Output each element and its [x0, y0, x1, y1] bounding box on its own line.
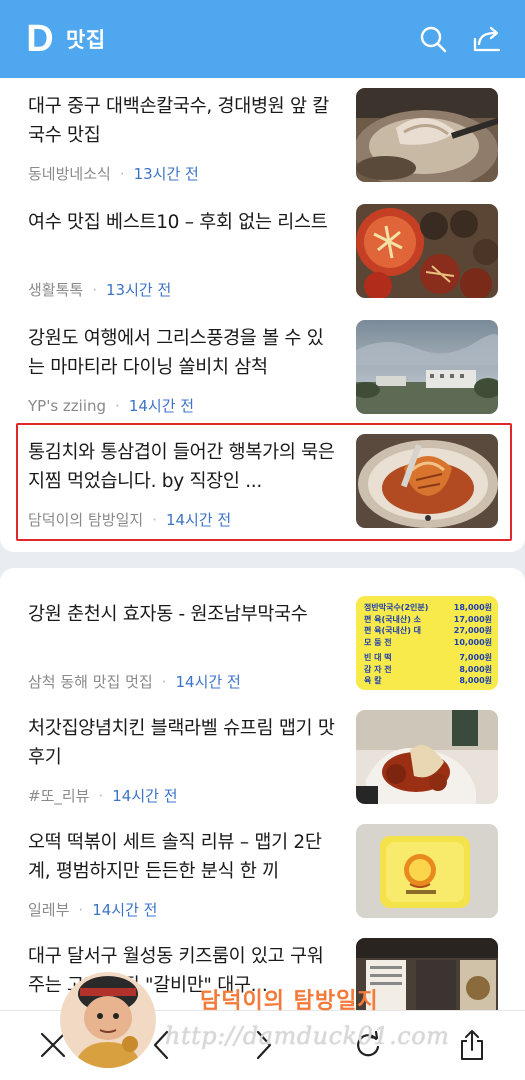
article-title[interactable]: 처갓집양념치킨 블랙라벨 슈프림 맵기 맛 후기: [28, 714, 338, 772]
article-title[interactable]: 오떡 떡볶이 세트 솔직 리뷰 – 맵기 2단계, 평범하지만 든든한 분식 한…: [28, 828, 338, 886]
menu-price: 27,000원: [453, 626, 492, 635]
article-thumbnail[interactable]: [356, 320, 498, 414]
highlight-box: [16, 423, 512, 541]
article-title[interactable]: 강원도 여행에서 그리스풍경을 볼 수 있는 마마티라 다이닝 쏠비치 삼척: [28, 324, 338, 382]
watermark-url: http://damduck01.com: [165, 1022, 450, 1050]
menu-item: 편 육(국내산) 소: [364, 614, 422, 624]
menu-item: 육 칼: [364, 676, 382, 685]
article-title[interactable]: 강원 춘천시 효자동 - 원조남부막국수: [28, 600, 338, 629]
menu-price: 18,000원: [453, 603, 492, 612]
menu-price: 8,000원: [459, 664, 492, 674]
menu-price: 10,000원: [453, 637, 492, 647]
menu-item: 편 육(국내산) 대: [364, 626, 422, 635]
menu-item: 빈 대 떡: [364, 653, 392, 662]
article-title[interactable]: 여수 맛집 베스트10 – 후회 없는 리스트: [28, 208, 338, 237]
article-thumbnail[interactable]: [356, 824, 498, 918]
share-icon[interactable]: [452, 1025, 492, 1065]
app-header: D 맛집: [0, 0, 525, 78]
share-icon[interactable]: [471, 23, 503, 55]
watermark-avatar: [60, 972, 156, 1068]
article-time: 14시간 전: [112, 787, 178, 805]
article-list-card: 강원 춘천시 효자동 - 원조남부막국수 삼척 동해 맛집 멋집 · 14시간 전 …: [0, 568, 525, 1032]
menu-price: 17,000원: [453, 614, 492, 624]
article-source: 생활톡톡: [28, 281, 84, 299]
article-time: 14시간 전: [92, 901, 158, 919]
menu-item: 모 둠 전: [364, 637, 392, 647]
article-list-card: 대구 중구 대백손칼국수, 경대병원 앞 칼국수 맛집 동네방네소식 · 13시간 …: [0, 78, 525, 552]
menu-price: 7,000원: [459, 653, 492, 662]
article-time: 13시간 전: [105, 281, 172, 299]
article-source: 동네방네소식: [28, 165, 111, 183]
article-time: 13시간 전: [133, 165, 199, 183]
article-time: 14시간 전: [175, 673, 241, 691]
list-item[interactable]: 강원도 여행에서 그리스풍경을 볼 수 있는 마마티라 다이닝 쏠비치 삼척 Y…: [28, 320, 498, 416]
menu-item: 정반막국수(2인분): [364, 603, 429, 612]
menu-item: 감 자 전: [364, 664, 392, 674]
menu-price: 8,000원: [459, 676, 492, 685]
article-thumbnail[interactable]: [356, 88, 498, 182]
daum-logo[interactable]: D: [22, 20, 58, 58]
article-thumbnail[interactable]: [356, 204, 498, 298]
page-title: 맛집: [66, 28, 106, 52]
article-title[interactable]: 대구 중구 대백손칼국수, 경대병원 앞 칼국수 맛집: [28, 92, 338, 150]
list-item[interactable]: 대구 중구 대백손칼국수, 경대병원 앞 칼국수 맛집 동네방네소식 · 13시간 …: [28, 88, 498, 184]
list-item[interactable]: 강원 춘천시 효자동 - 원조남부막국수 삼척 동해 맛집 멋집 · 14시간 전 …: [28, 596, 498, 692]
list-item[interactable]: 처갓집양념치킨 블랙라벨 슈프림 맵기 맛 후기 #또_리뷰 · 14시간 전: [28, 710, 498, 806]
search-icon[interactable]: [417, 23, 449, 55]
watermark-title: 담덕이의 탐방일지: [200, 989, 379, 1014]
article-source: 삼척 동해 맛집 멋집: [28, 673, 153, 691]
article-thumbnail[interactable]: [356, 710, 498, 804]
article-source: YP's zziing: [28, 396, 107, 415]
article-source: #또_리뷰: [28, 787, 90, 805]
article-thumbnail[interactable]: 정반막국수(2인분) 18,000원 편 육(국내산) 소 17,000원 편 육(…: [356, 596, 498, 690]
article-time: 14시간 전: [128, 397, 195, 415]
article-source: 일레부: [28, 901, 70, 919]
list-item[interactable]: 여수 맛집 베스트10 – 후회 없는 리스트 생활톡톡 · 13시간 전: [28, 204, 498, 300]
list-item[interactable]: 오떡 떡볶이 세트 솔직 리뷰 – 맵기 2단계, 평범하지만 든든한 분식 한…: [28, 824, 498, 920]
